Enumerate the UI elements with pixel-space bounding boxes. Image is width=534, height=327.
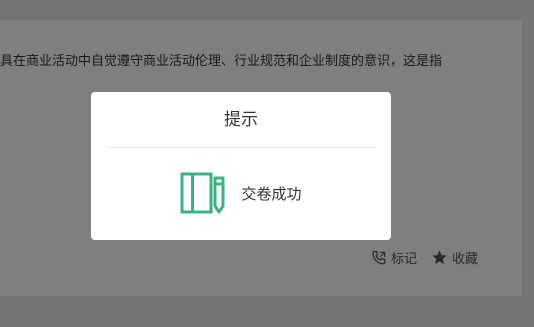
exam-paper-pencil-icon <box>180 172 226 214</box>
dialog-message: 交卷成功 <box>241 184 302 203</box>
alert-dialog: 提示 交卷成功 <box>91 92 391 240</box>
dialog-title: 提示 <box>224 110 258 130</box>
dialog-body: 交卷成功 <box>91 148 391 238</box>
